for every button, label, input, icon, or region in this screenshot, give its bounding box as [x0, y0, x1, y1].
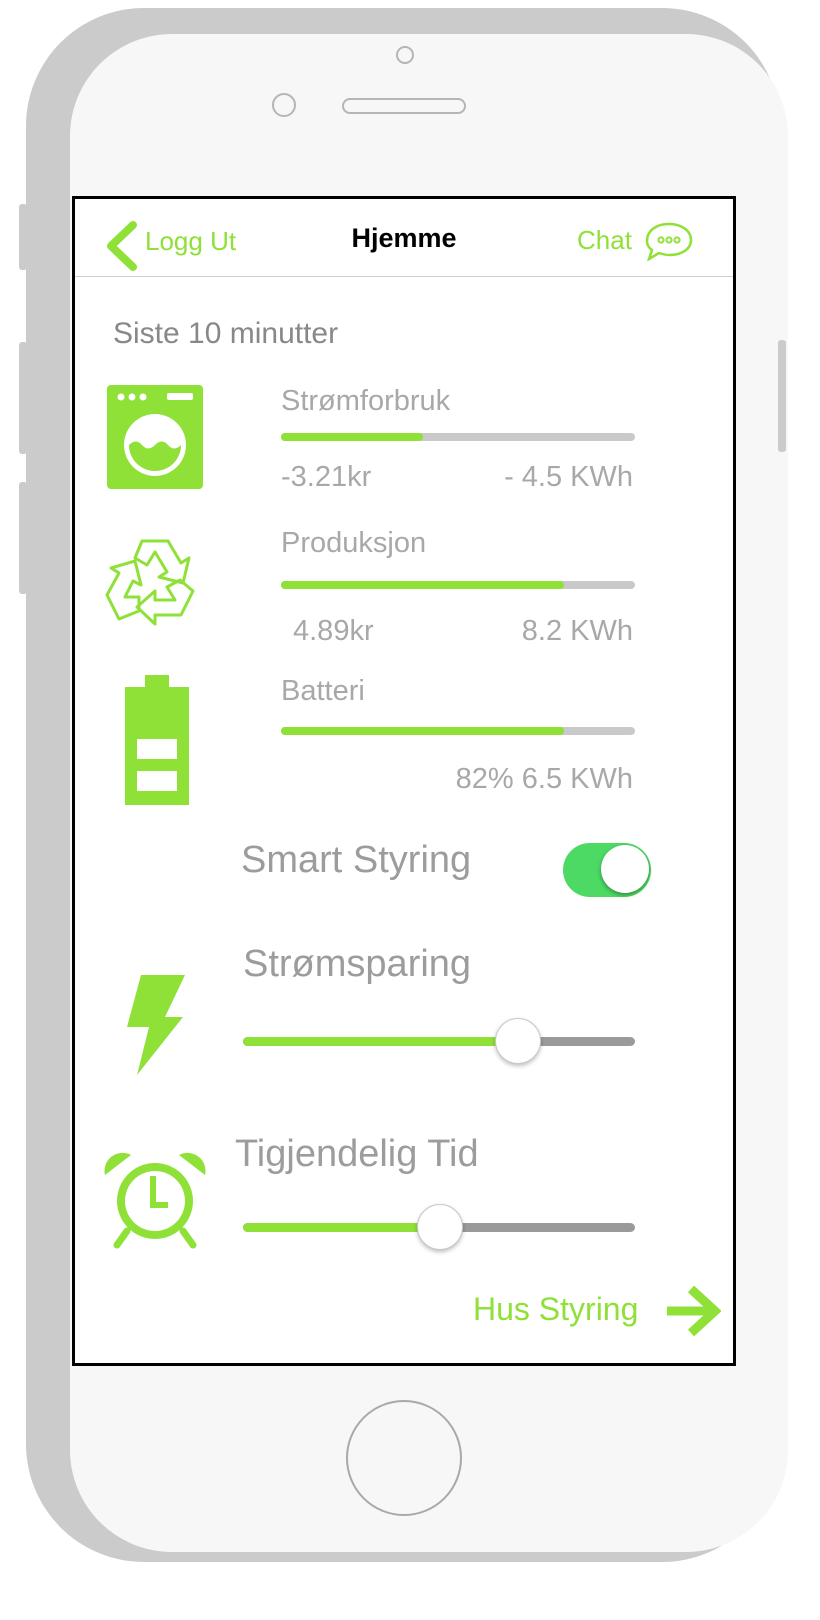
smart-control-label: Smart Styring [241, 839, 472, 881]
chat-label: Chat [577, 225, 632, 255]
arrow-right-icon[interactable] [665, 1285, 721, 1337]
available-time-slider-fill [243, 1223, 439, 1232]
recycle-icon [105, 539, 195, 626]
available-time-slider[interactable] [243, 1204, 635, 1250]
battery-status: 82% 6.5 KWh [455, 763, 633, 795]
battery-icon [125, 675, 189, 805]
available-time-slider-knob[interactable] [417, 1204, 463, 1250]
mute-switch [19, 204, 27, 270]
front-camera [396, 46, 414, 64]
battery-bar [281, 727, 635, 735]
navigation-bar: Logg Ut Hjemme Chat [75, 199, 733, 277]
consumption-bar-fill [281, 433, 423, 441]
house-control-link[interactable]: Hus Styring [473, 1291, 638, 1328]
volume-down-button [19, 482, 27, 594]
metric-label-production: Produksjon [281, 527, 427, 559]
power-saving-slider-fill [243, 1037, 518, 1046]
page-title: Hjemme [351, 223, 457, 253]
power-button [778, 340, 786, 452]
chat-bubble-icon [645, 222, 693, 261]
home-button[interactable] [346, 1400, 462, 1516]
earpiece-speaker [342, 98, 466, 114]
alarm-clock-icon [104, 1152, 206, 1249]
battery-bar-fill [281, 727, 565, 735]
proximity-sensor [272, 93, 296, 117]
production-earnings: 4.89kr [293, 615, 374, 647]
available-time-label: Tigjendelig Tid [235, 1133, 479, 1175]
production-bar-fill [281, 581, 565, 589]
app-screen: Logg Ut Hjemme Chat Siste 10 minutter St… [72, 196, 736, 1366]
metric-label-consumption: Strømforbruk [281, 385, 451, 417]
power-saving-slider-knob[interactable] [495, 1018, 541, 1064]
period-label: Siste 10 minutter [113, 317, 339, 350]
consumption-cost: -3.21kr [281, 461, 372, 493]
consumption-bar [281, 433, 635, 441]
consumption-energy: - 4.5 KWh [504, 461, 633, 493]
power-saving-slider[interactable] [243, 1018, 635, 1064]
production-bar [281, 581, 635, 589]
washing-machine-icon [107, 385, 203, 489]
smart-control-toggle[interactable] [563, 843, 651, 897]
metric-label-battery: Batteri [281, 675, 365, 707]
production-energy: 8.2 KWh [521, 615, 633, 647]
volume-up-button [19, 342, 27, 454]
power-saving-label: Strømsparing [243, 943, 472, 985]
toggle-knob [601, 845, 649, 893]
lightning-icon [127, 975, 185, 1075]
